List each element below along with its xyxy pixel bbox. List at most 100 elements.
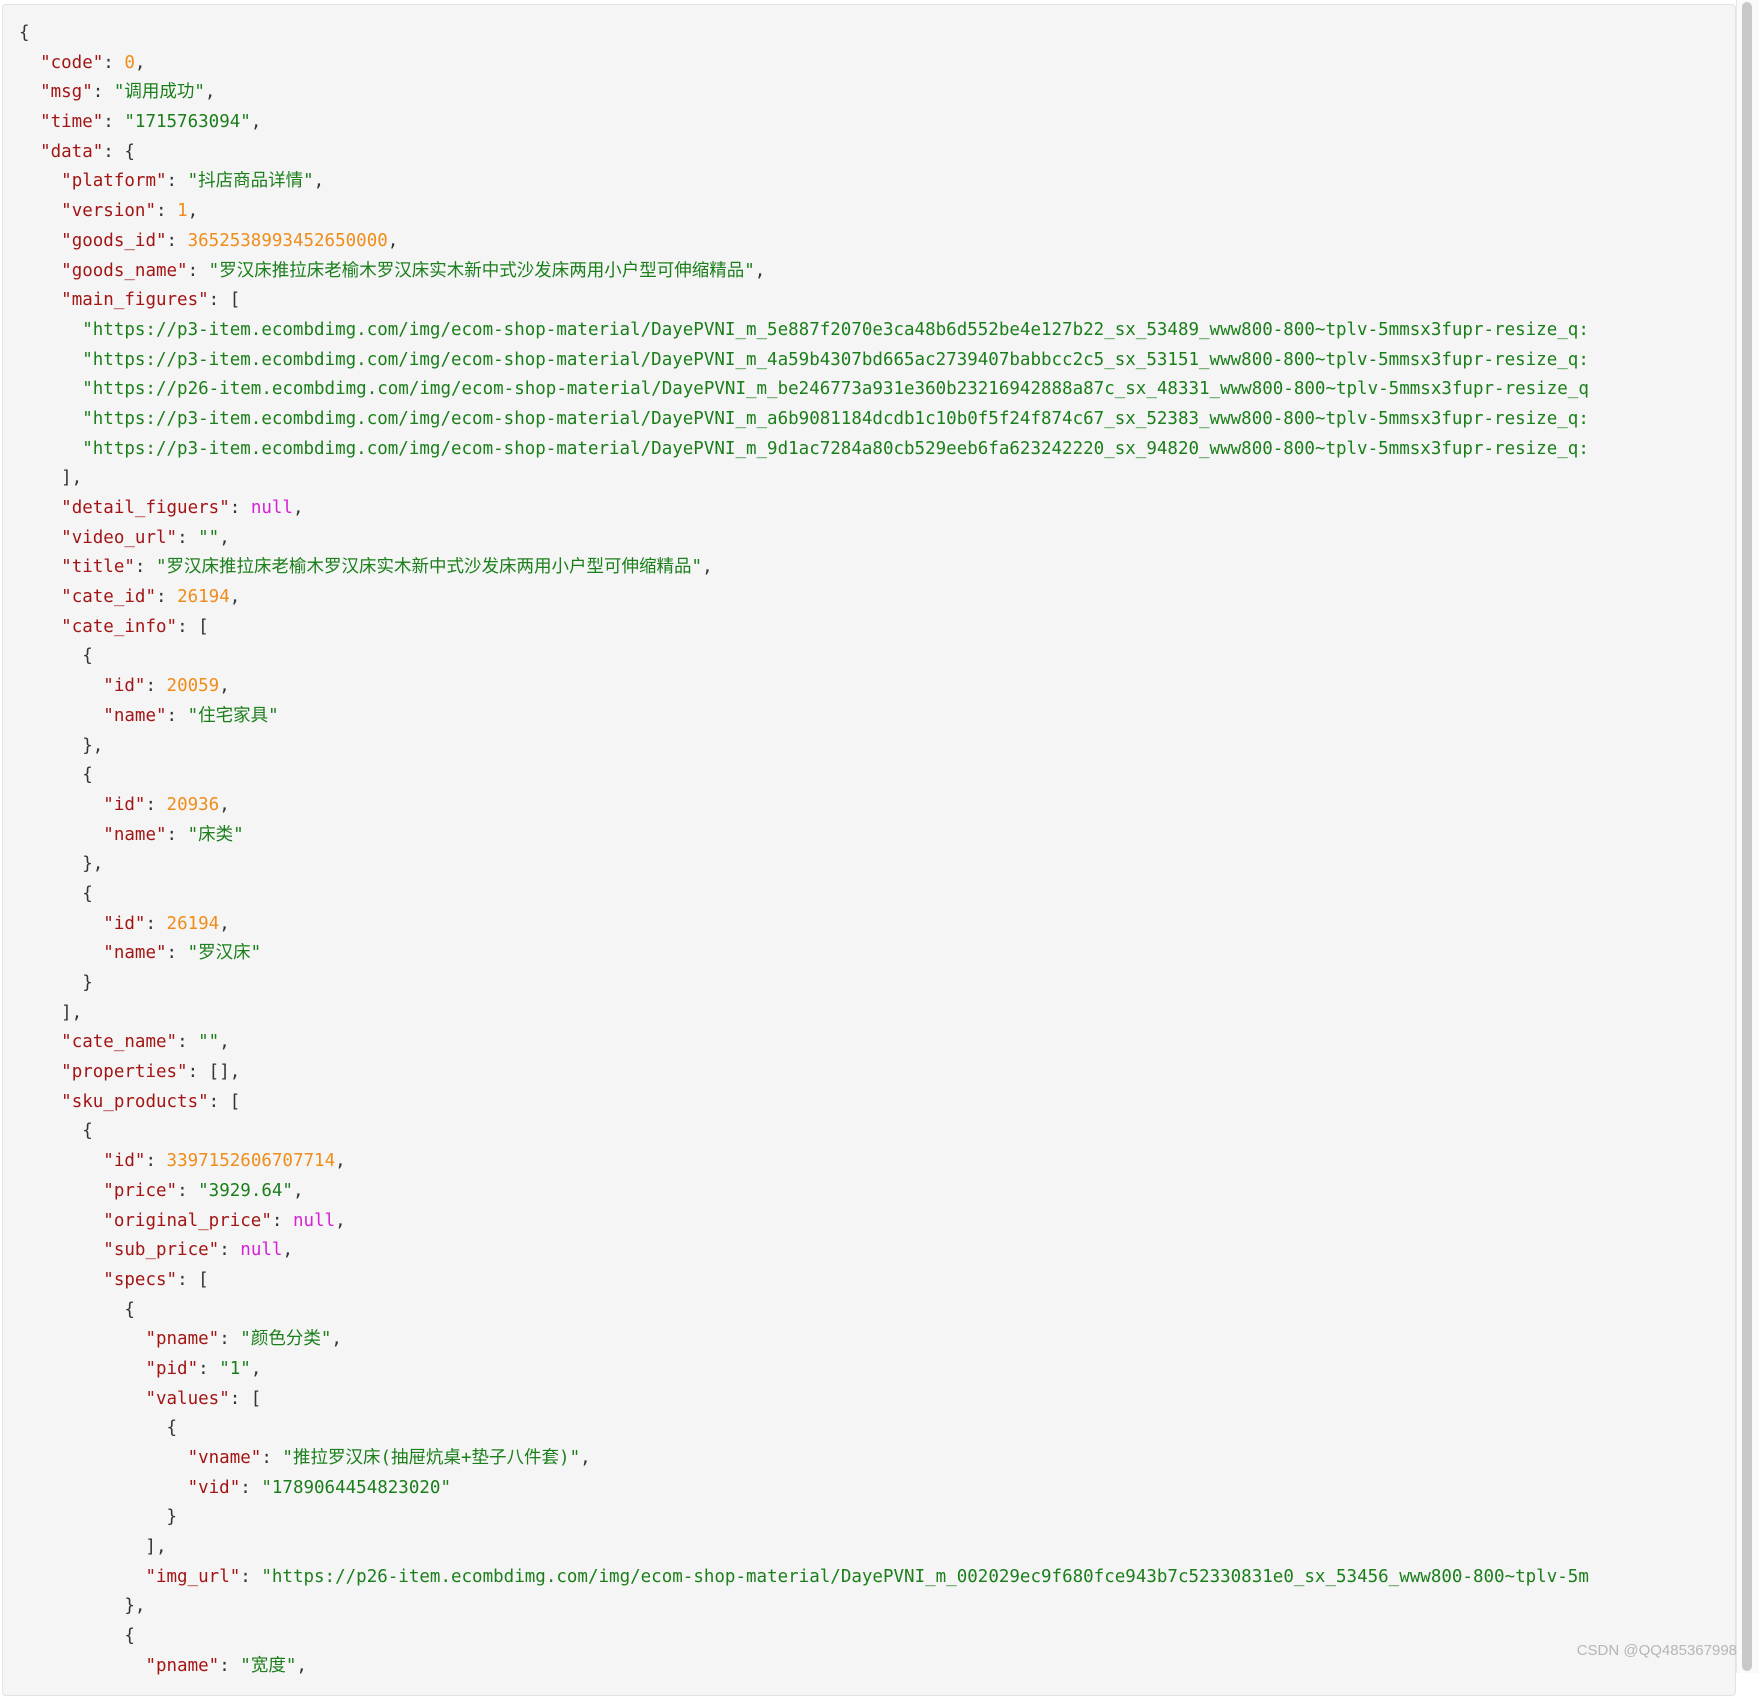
json-number: 1 xyxy=(177,201,188,222)
json-punct: { xyxy=(19,1418,178,1439)
json-punct: , xyxy=(292,1180,304,1201)
json-punct: : xyxy=(177,1180,199,1201)
json-string: "抖店商品详情" xyxy=(187,171,314,192)
json-string: "调用成功" xyxy=(113,82,205,103)
json-punct xyxy=(19,290,61,310)
json-punct: : xyxy=(166,943,188,964)
code-line: "values": [ xyxy=(19,1385,1589,1415)
json-punct: : xyxy=(166,824,188,845)
code-line: "properties": [], xyxy=(19,1058,1589,1088)
json-punct: , xyxy=(331,1329,342,1350)
code-line: "cate_name": "", xyxy=(19,1028,1589,1058)
json-key: "id" xyxy=(103,676,146,697)
json-key: "price" xyxy=(103,1180,178,1201)
json-key: "img_url" xyxy=(145,1566,241,1587)
json-key: "cate_name" xyxy=(61,1032,178,1053)
json-key: "name" xyxy=(103,705,167,726)
json-punct: }, xyxy=(19,854,104,875)
json-punct: , xyxy=(219,913,230,934)
json-string: "1789064454823020" xyxy=(261,1477,451,1498)
json-number: 0 xyxy=(124,52,135,73)
json-punct: { xyxy=(19,1626,135,1647)
json-key: "detail_figuers" xyxy=(61,498,230,518)
json-punct: : xyxy=(229,498,251,518)
json-punct: , xyxy=(134,52,146,73)
json-punct: : xyxy=(240,1566,262,1587)
json-punct: , xyxy=(335,1210,346,1231)
json-punct xyxy=(19,706,103,726)
code-line: "https://p3-item.ecombdimg.com/img/ecom-… xyxy=(19,405,1589,435)
json-punct: , xyxy=(313,171,325,192)
json-punct: , xyxy=(282,1240,293,1261)
json-literal: null xyxy=(240,1240,283,1261)
json-punct xyxy=(19,795,103,815)
code-line: "id": 3397152606707714, xyxy=(19,1147,1589,1177)
json-punct: : xyxy=(155,587,178,608)
json-literal: null xyxy=(292,1210,336,1231)
json-key: "video_url" xyxy=(61,527,178,548)
code-line: }, xyxy=(19,732,1589,762)
json-punct xyxy=(19,557,61,577)
code-line: } xyxy=(19,969,1589,999)
json-punct: : xyxy=(219,1329,241,1350)
json-key: "pname" xyxy=(145,1329,220,1350)
json-punct: , xyxy=(219,1032,230,1053)
json-string: "" xyxy=(198,1032,220,1053)
json-string: "1715763094" xyxy=(124,112,251,133)
json-punct: , xyxy=(219,527,230,548)
json-string: "3929.64" xyxy=(198,1180,293,1201)
json-string: "推拉罗汉床(抽屉炕桌+垫子八件套)" xyxy=(282,1448,581,1468)
code-line: "https://p3-item.ecombdimg.com/img/ecom-… xyxy=(19,435,1589,465)
json-punct xyxy=(19,1151,103,1171)
json-string: "https://p26-item.ecombdimg.com/img/ecom… xyxy=(82,379,1589,400)
json-punct: : [ xyxy=(208,290,241,311)
code-line: "name": "罗汉床" xyxy=(19,939,1589,969)
code-line: "img_url": "https://p26-item.ecombdimg.c… xyxy=(19,1563,1589,1593)
json-punct: : xyxy=(166,705,188,726)
json-punct xyxy=(19,617,61,637)
json-punct xyxy=(19,1359,145,1379)
vertical-scrollbar[interactable] xyxy=(1736,0,1759,1673)
json-punct xyxy=(19,409,82,429)
json-key: "name" xyxy=(103,943,167,964)
code-line: "title": "罗汉床推拉床老榆木罗汉床实木新中式沙发床两用小户型可伸缩精品… xyxy=(19,553,1589,583)
code-line: { xyxy=(19,1117,1589,1147)
code-line: "pid": "1", xyxy=(19,1355,1589,1385)
json-punct: { xyxy=(19,765,93,786)
json-string: "https://p3-item.ecombdimg.com/img/ecom-… xyxy=(82,349,1589,370)
code-line: "platform": "抖店商品详情", xyxy=(19,167,1589,197)
json-punct xyxy=(19,82,40,102)
json-punct: , xyxy=(219,794,230,815)
json-key: "code" xyxy=(40,52,104,73)
scrollbar-thumb[interactable] xyxy=(1742,2,1752,1671)
json-punct xyxy=(19,1389,145,1409)
json-punct xyxy=(19,676,103,696)
json-punct: : xyxy=(219,1240,241,1261)
code-line: "detail_figuers": null, xyxy=(19,494,1589,524)
json-key: "pid" xyxy=(145,1358,199,1379)
json-punct: : xyxy=(271,1210,293,1231)
json-string: "罗汉床" xyxy=(187,943,262,964)
json-punct: , xyxy=(219,676,230,697)
json-punct xyxy=(19,825,103,845)
json-punct: : xyxy=(177,1032,199,1053)
json-punct xyxy=(19,1062,61,1082)
json-punct xyxy=(19,320,82,340)
json-string: "https://p3-item.ecombdimg.com/img/ecom-… xyxy=(82,319,1589,340)
json-punct: : xyxy=(145,676,167,697)
json-key: "cate_id" xyxy=(61,587,156,608)
json-punct xyxy=(19,379,82,399)
json-key: "goods_name" xyxy=(61,260,188,281)
json-punct: , xyxy=(580,1448,591,1468)
code-line: { xyxy=(19,761,1589,791)
code-line: "id": 20059, xyxy=(19,672,1589,702)
json-key: "msg" xyxy=(40,82,93,103)
code-line: "pname": "颜色分类", xyxy=(19,1325,1589,1355)
json-string: "https://p26-item.ecombdimg.com/img/ecom… xyxy=(261,1566,1589,1587)
json-key: "time" xyxy=(40,112,104,133)
json-punct: : [ xyxy=(177,616,209,637)
json-code-block: { "code": 0, "msg": "调用成功", "time": "171… xyxy=(2,4,1736,1696)
json-string: "床类" xyxy=(187,824,244,845)
json-key: "sku_products" xyxy=(61,1091,209,1112)
code-line: { xyxy=(19,642,1589,672)
